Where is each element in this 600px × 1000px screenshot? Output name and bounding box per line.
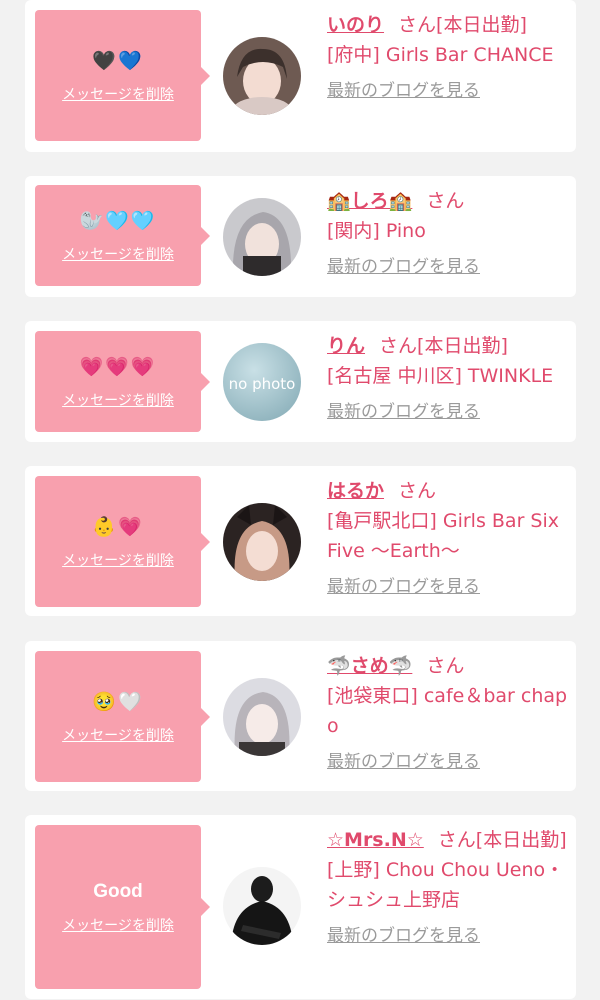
status-badge: [本日出勤] [475,829,567,851]
girl-photo-icon [223,198,301,276]
cast-info: 🏫しろ🏫 さん [関内] Pino 最新のブログを見る [327,186,572,282]
message-card: 🥹🤍 メッセージを削除 🦈さめ🦈 さん [池袋東口] cafe＆bar chapo… [25,641,576,791]
shop-name: [関内] Pino [327,220,426,242]
message-bubble: 🦭🩵🩵 メッセージを削除 [35,185,210,286]
avatar[interactable] [223,678,301,756]
cast-name-link[interactable]: 🏫しろ🏫 [327,190,412,212]
message-text: 🖤💙 [92,49,144,72]
cast-name-link[interactable]: はるか [327,480,384,502]
message-text: 💗💗💗 [79,355,157,378]
cast-info: ☆Mrs.N☆ さん[本日出勤] [上野] Chou Chou Ueno・シュシュ… [327,825,572,951]
girl-photo-icon [223,503,301,581]
latest-blog-link[interactable]: 最新のブログを見る [327,572,572,602]
status-badge: [本日出勤] [436,14,527,36]
delete-message-link[interactable]: メッセージを削除 [62,390,174,410]
avatar[interactable] [223,503,301,581]
cast-name-link[interactable]: ☆Mrs.N☆ [327,829,424,851]
shop-name: [府中] Girls Bar CHANCE [327,44,554,66]
no-photo-label: no photo [229,375,296,393]
shop-name: [亀戸駅北口] Girls Bar Six Five 〜Earth〜 [327,510,560,562]
cast-info: りん さん[本日出勤] [名古屋 中川区] TWINKLE 最新のブログを見る [327,331,572,427]
message-card: 💗💗💗 メッセージを削除 no photo りん さん[本日出勤] [名古屋 中川… [25,321,576,442]
message-text: 🦭🩵🩵 [79,209,157,232]
message-card: Good メッセージを削除 ☆Mrs.N☆ さん[本日出勤] [上野] Chou … [25,815,576,999]
woman-photo-icon [223,867,301,945]
message-card: 👶💗 メッセージを削除 はるか さん [亀戸駅北口] Girls Bar Six … [25,466,576,616]
girl-photo-icon [223,678,301,756]
delete-message-link[interactable]: メッセージを削除 [62,725,174,745]
latest-blog-link[interactable]: 最新のブログを見る [327,747,572,777]
cast-name-link[interactable]: いのり [327,14,384,36]
shop-name: [池袋東口] cafe＆bar chapo [327,685,568,737]
message-card: 🖤💙 メッセージを削除 いのり さん[本日出勤] [府中] Girls Bar C… [25,0,576,152]
avatar[interactable]: no photo [223,343,301,421]
latest-blog-link[interactable]: 最新のブログを見る [327,397,572,427]
message-bubble: 🥹🤍 メッセージを削除 [35,651,210,782]
avatar[interactable] [223,37,301,115]
message-card: 🦭🩵🩵 メッセージを削除 🏫しろ🏫 さん [関内] Pino 最新のブログを見る [25,176,576,297]
cast-info: いのり さん[本日出勤] [府中] Girls Bar CHANCE 最新のブログ… [327,10,572,106]
cast-name-link[interactable]: りん [327,335,365,357]
message-bubble: 💗💗💗 メッセージを削除 [35,331,210,432]
status-badge: [本日出勤] [417,335,508,357]
delete-message-link[interactable]: メッセージを削除 [62,915,174,935]
message-text: Good [93,881,143,902]
delete-message-link[interactable]: メッセージを削除 [62,550,174,570]
no-photo-icon: no photo [223,343,301,421]
avatar[interactable] [223,198,301,276]
honorific: さん [426,190,465,212]
honorific: さん [398,480,437,502]
latest-blog-link[interactable]: 最新のブログを見る [327,76,572,106]
shop-name: [名古屋 中川区] TWINKLE [327,365,554,387]
shop-name: [上野] Chou Chou Ueno・シュシュ上野店 [327,859,565,911]
latest-blog-link[interactable]: 最新のブログを見る [327,921,572,951]
delete-message-link[interactable]: メッセージを削除 [62,244,174,264]
cast-info: はるか さん [亀戸駅北口] Girls Bar Six Five 〜Earth〜… [327,476,572,602]
message-text: 🥹🤍 [92,690,144,713]
delete-message-link[interactable]: メッセージを削除 [62,84,174,104]
cast-info: 🦈さめ🦈 さん [池袋東口] cafe＆bar chapo 最新のブログを見る [327,651,572,777]
latest-blog-link[interactable]: 最新のブログを見る [327,252,572,282]
message-bubble: Good メッセージを削除 [35,825,210,989]
message-bubble: 🖤💙 メッセージを削除 [35,10,210,141]
honorific: さん [379,335,418,357]
avatar[interactable] [223,867,301,945]
honorific: さん [398,14,437,36]
message-text: 👶💗 [92,515,144,538]
message-bubble: 👶💗 メッセージを削除 [35,476,210,607]
honorific: さん [437,829,476,851]
girl-photo-icon [223,37,301,115]
cast-name-link[interactable]: 🦈さめ🦈 [327,655,412,677]
honorific: さん [426,655,465,677]
